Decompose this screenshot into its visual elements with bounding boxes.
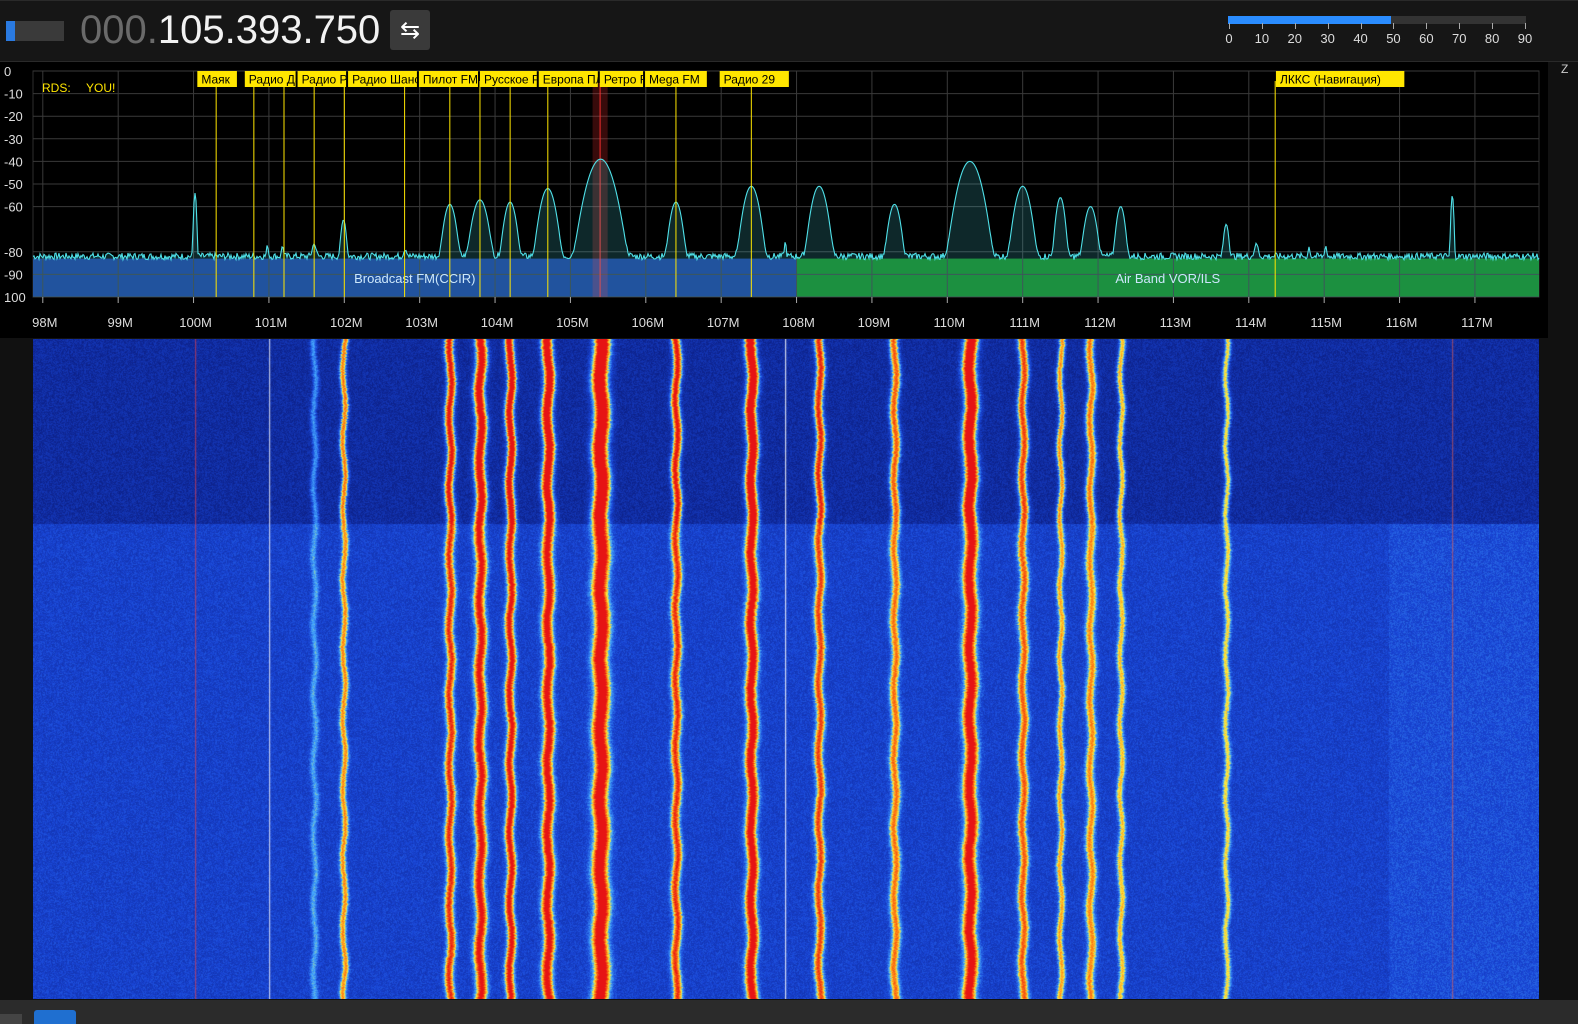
signal-meter-fill xyxy=(6,21,15,41)
station-label-text: Пилот FM xyxy=(423,73,478,87)
status-bar xyxy=(0,1000,1578,1024)
x-tick-label: 100M xyxy=(179,315,212,330)
station-label-text: Радио 29 xyxy=(724,73,776,87)
waterfall-panel[interactable] xyxy=(33,339,1539,999)
frequency-leading-digits: 000. xyxy=(80,8,158,52)
x-tick-label: 106M xyxy=(632,315,665,330)
x-tick-label: 109M xyxy=(858,315,891,330)
y-tick-label: -80 xyxy=(4,245,23,260)
frequency-digits: 105.393.750 xyxy=(157,8,381,52)
rds-label: RDS: xyxy=(42,81,71,95)
x-tick-label: 103M xyxy=(405,315,438,330)
y-tick-label: -10 xyxy=(4,87,23,102)
x-tick-label: 116M xyxy=(1386,315,1418,330)
level-scale-tick-mark xyxy=(1360,23,1362,29)
swap-button[interactable]: ⇆ xyxy=(390,10,430,50)
x-tick-label: 101M xyxy=(255,315,288,330)
y-tick-label: 0 xyxy=(4,64,11,79)
station-label: Маяк xyxy=(197,71,237,87)
level-scale-tick-label: 30 xyxy=(1320,31,1335,46)
y-tick-label: -40 xyxy=(4,154,23,169)
level-scale-tick-label: 70 xyxy=(1451,31,1467,46)
level-scale-tick-mark xyxy=(1492,23,1494,29)
x-tick-label: 113M xyxy=(1160,315,1192,330)
x-tick-label: 110M xyxy=(934,315,966,330)
y-tick-label: -90 xyxy=(4,267,23,282)
x-tick-label: 98M xyxy=(32,315,57,330)
level-scale-tick-mark xyxy=(1261,23,1263,29)
swap-icon: ⇆ xyxy=(399,16,421,44)
station-label: Радио 29 xyxy=(719,71,789,87)
level-scale-tick-label: 50 xyxy=(1386,31,1401,46)
side-label: Z xyxy=(1561,62,1569,76)
waterfall-canvas[interactable] xyxy=(33,339,1539,999)
level-scale-tick-label: 0 xyxy=(1225,31,1233,46)
level-scale-tick-label: 80 xyxy=(1484,31,1500,46)
status-tab-button[interactable] xyxy=(34,1010,76,1024)
x-tick-label: 105M xyxy=(556,315,589,330)
level-scale-ticks: 0 10 20 30 40 50 60 70 80 90 xyxy=(1225,23,1532,51)
level-scale-tick-label: 20 xyxy=(1287,31,1302,46)
y-tick-label: -60 xyxy=(4,200,23,215)
level-scale-tick-mark xyxy=(1294,23,1296,29)
rds-value: YOU! xyxy=(86,81,115,95)
station-label-text: Маяк xyxy=(201,73,230,87)
y-tick-label: -50 xyxy=(4,177,23,192)
x-tick-label: 115M xyxy=(1310,315,1342,330)
y-tick-label: -20 xyxy=(4,109,23,124)
x-tick-label: 99M xyxy=(108,315,133,330)
level-scale-tick-label: 90 xyxy=(1517,31,1533,46)
station-label-text: Mega FM xyxy=(649,73,700,87)
station-label-text: ЛККС (Навигация) xyxy=(1280,73,1381,87)
level-scale-tick-label: 40 xyxy=(1353,31,1368,46)
x-tick-label: 117M xyxy=(1461,315,1493,330)
level-scale-tick-mark xyxy=(1229,23,1230,29)
level-scale-tick-mark xyxy=(1525,23,1526,29)
level-scale-tick-mark xyxy=(1393,23,1395,29)
y-tick-label: 100 xyxy=(4,290,26,305)
x-tick-label: 104M xyxy=(481,315,514,330)
x-tick-label: 108M xyxy=(782,315,815,330)
spectrum-chart[interactable]: Broadcast FM(CCIR) Air Band VOR/ILSМаяк Ра… xyxy=(0,62,1548,338)
signal-meter xyxy=(6,21,64,41)
status-left-block xyxy=(0,1014,22,1024)
level-scale-tick-mark xyxy=(1426,23,1428,29)
station-label: Mega FM xyxy=(645,71,707,87)
x-tick-label: 102M xyxy=(330,315,363,330)
station-label: Пилот FM xyxy=(418,71,478,87)
frequency-display[interactable]: 000.105.393.750 xyxy=(80,7,380,53)
station-label: ЛККС (Навигация) xyxy=(1275,71,1405,87)
level-scale-tick-mark xyxy=(1459,23,1461,29)
level-scale-tick-mark xyxy=(1327,23,1329,29)
x-tick-label: 107M xyxy=(707,315,740,330)
y-tick-label: -30 xyxy=(4,132,23,147)
x-tick-label: 114M xyxy=(1235,315,1267,330)
x-tick-label: 111M xyxy=(1009,315,1040,330)
top-toolbar: 000.105.393.750 ⇆ 0 10 20 30 40 50 60 70 80 90 xyxy=(0,0,1578,62)
x-tick-label: 112M xyxy=(1084,315,1116,330)
level-scale-tick-label: 60 xyxy=(1419,31,1434,46)
level-scale-tick-label: 10 xyxy=(1254,31,1270,46)
